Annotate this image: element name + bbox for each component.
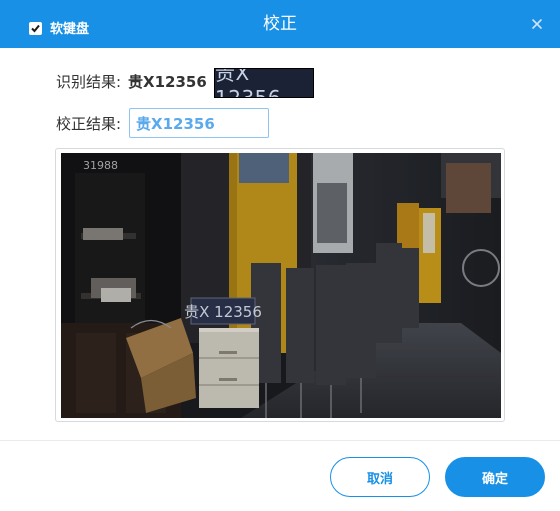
cancel-button[interactable]: 取消 — [330, 457, 430, 497]
plate-thumbnail-text: 贵X 12356 — [215, 68, 282, 98]
close-icon[interactable] — [530, 16, 544, 30]
dialog-title: 校正 — [263, 14, 297, 34]
recognition-result-value: 贵X12356 — [128, 73, 207, 91]
scene-image-frame: 贵X 12356 31988 — [55, 148, 505, 422]
scene-image: 贵X 12356 31988 — [61, 153, 501, 418]
footer-divider — [0, 440, 560, 441]
plate-thumbnail-image: 贵X 12356 — [214, 68, 314, 98]
ok-button[interactable]: 确定 — [445, 457, 545, 497]
correction-result-input[interactable] — [129, 108, 269, 138]
correction-result-label: 校正结果: — [56, 115, 122, 133]
recognition-result-label: 识别结果: — [56, 73, 122, 91]
